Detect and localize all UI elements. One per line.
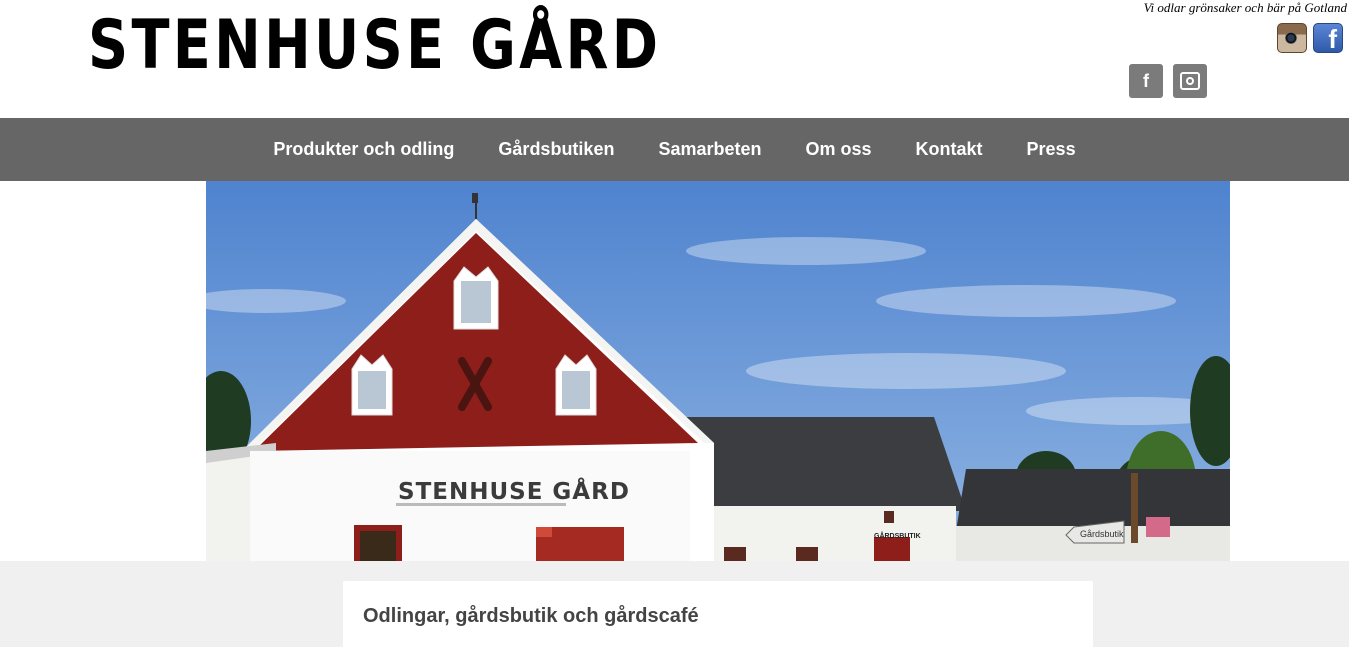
content-area: Odlingar, gårdsbutik och gårdscafé: [0, 561, 1349, 661]
instagram-icon[interactable]: [1173, 64, 1207, 98]
nav-item-kontakt[interactable]: Kontakt: [916, 139, 983, 160]
hero-image: GÅRDSBUTIK Gårdsbutik STENHUSE GÅRD: [206, 181, 1230, 561]
facebook-icon[interactable]: f: [1313, 23, 1343, 53]
nav-item-samarbeten[interactable]: Samarbeten: [658, 139, 761, 160]
facebook-icon[interactable]: f: [1129, 64, 1163, 98]
instagram-icon[interactable]: [1277, 23, 1307, 53]
intro-title: Odlingar, gårdsbutik och gårdscafé: [363, 605, 699, 627]
nav-item-produkter[interactable]: Produkter och odling: [273, 139, 454, 160]
grey-social-icons: f: [1129, 64, 1207, 98]
site-tagline: Vi odlar grönsaker och bär på Gotland: [1143, 0, 1347, 15]
main-nav: Produkter och odling Gårdsbutiken Samarb…: [0, 118, 1349, 181]
shop-sign: GÅRDSBUTIK: [874, 531, 921, 540]
barn-sign: STENHUSE GÅRD: [398, 477, 630, 505]
intro-card: Odlingar, gårdsbutik och gårdscafé: [343, 581, 1093, 661]
nav-item-gardsbutiken[interactable]: Gårdsbutiken: [498, 139, 614, 160]
camera-icon: [1180, 72, 1200, 90]
road-sign: Gårdsbutik: [1080, 529, 1124, 539]
nav-item-press[interactable]: Press: [1027, 139, 1076, 160]
site-logo[interactable]: STENHUSE GÅRD: [88, 4, 661, 88]
top-social-icons: f: [1277, 23, 1343, 53]
nav-item-om-oss[interactable]: Om oss: [806, 139, 872, 160]
site-header: STENHUSE GÅRD Vi odlar grönsaker och bär…: [0, 0, 1349, 118]
